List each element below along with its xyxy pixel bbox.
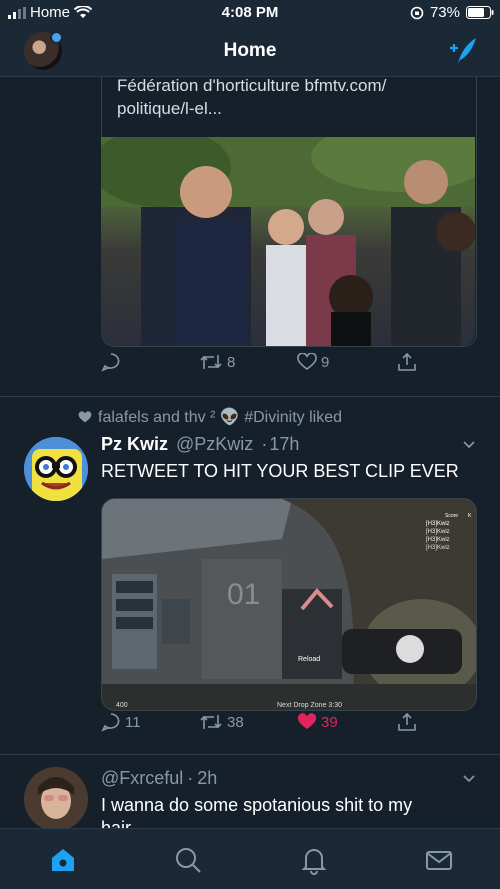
separator-dot: · — [187, 768, 194, 788]
author-handle[interactable]: @PzKwiz — [176, 434, 253, 455]
spongebob-avatar-illustration — [24, 437, 88, 501]
tweet-divider — [0, 754, 500, 755]
scoreboard-row: [H3]Kwiz — [426, 529, 450, 535]
retweet-icon — [200, 715, 222, 729]
chevron-down-icon[interactable] — [462, 772, 476, 786]
tweet-photo[interactable] — [101, 137, 475, 346]
battery-icon — [466, 6, 494, 19]
link-title-line2: politique/l-el... — [117, 99, 222, 118]
battery-percent: 73% — [429, 4, 460, 21]
like-button[interactable]: 39 — [297, 713, 338, 731]
bottom-tab-bar — [0, 828, 500, 889]
search-icon[interactable] — [173, 845, 203, 875]
retweet-button[interactable]: 8 — [199, 353, 235, 371]
tweet-time[interactable]: 2h — [197, 768, 217, 789]
tweet-divider — [0, 396, 500, 397]
share-icon — [398, 352, 416, 371]
link-card-text[interactable]: Fédération d'horticulture bfmtv.com/ pol… — [117, 74, 467, 120]
bell-icon[interactable] — [299, 845, 329, 875]
page-title: Home — [223, 40, 277, 61]
retweet-count: 8 — [227, 353, 236, 371]
social-context-text: falafels and thv ² 👽 #Divinity liked — [98, 409, 343, 426]
reply-icon — [101, 713, 120, 732]
top-nav: Home — [0, 26, 500, 77]
home-icon[interactable] — [48, 845, 78, 875]
share-icon — [398, 712, 416, 731]
portrait-avatar-illustration — [24, 767, 88, 831]
tweet3-header: @Fxrceful · 2h — [101, 768, 471, 789]
share-button[interactable] — [397, 352, 417, 372]
author-avatar[interactable] — [24, 437, 88, 501]
ammo-count: 400 — [116, 702, 128, 709]
separator-dot: · — [261, 434, 268, 454]
game-screenshot-illustration: 01 Reload Next Drop Zone 3:30 400 Score … — [102, 499, 476, 710]
lock-rotation-icon — [410, 6, 424, 19]
reply-button[interactable]: 11 — [101, 712, 141, 732]
tweet2-header: Pz Kwiz @PzKwiz · 17h — [101, 434, 471, 455]
scoreboard-row: [H3]Kwiz — [426, 521, 450, 527]
tweet-text: RETWEET TO HIT YOUR BEST CLIP EVER — [101, 461, 459, 481]
heart-icon — [297, 713, 317, 729]
score-label: Score — [445, 513, 458, 519]
share-button[interactable] — [397, 712, 417, 732]
wall-number: 01 — [227, 578, 260, 611]
like-count: 9 — [321, 353, 330, 371]
tweet-text-line1: I wanna do some spotanious shit to my — [101, 795, 413, 815]
like-count: 39 — [321, 713, 338, 731]
chevron-down-icon[interactable] — [462, 438, 476, 452]
heart-icon — [297, 353, 317, 370]
like-button[interactable]: 9 — [297, 353, 329, 371]
mail-icon[interactable] — [424, 845, 454, 875]
reply-button[interactable] — [101, 352, 121, 372]
tweet-time[interactable]: 17h — [269, 434, 299, 455]
scoreboard-row: [H3]Kwiz — [426, 545, 450, 551]
author-avatar[interactable] — [24, 767, 88, 831]
link-title-line1: Fédération d'horticulture bfmtv.com/ — [117, 76, 387, 95]
heart-icon — [78, 410, 92, 422]
crowd-photo-illustration — [101, 137, 475, 346]
retweet-icon — [200, 355, 222, 369]
reply-icon — [101, 353, 120, 372]
drop-zone-timer: Next Drop Zone 3:30 — [277, 702, 342, 709]
tweet-video[interactable]: 01 Reload Next Drop Zone 3:30 400 Score … — [101, 498, 477, 711]
author-handle[interactable]: @Fxrceful — [101, 768, 183, 789]
retweet-button[interactable]: 38 — [199, 713, 244, 731]
retweet-count: 38 — [227, 713, 244, 731]
author-name[interactable]: Pz Kwiz — [101, 434, 168, 455]
compose-icon[interactable] — [446, 36, 478, 66]
battery-status: 73% — [410, 4, 494, 21]
status-bar: Home 4:08 PM 73% — [0, 0, 500, 26]
reload-prompt: Reload — [298, 656, 320, 663]
reply-count: 11 — [125, 713, 141, 731]
social-context[interactable]: falafels and thv ² 👽 #Divinity liked — [78, 407, 342, 427]
scoreboard-row: [H3]Kwiz — [426, 537, 450, 543]
